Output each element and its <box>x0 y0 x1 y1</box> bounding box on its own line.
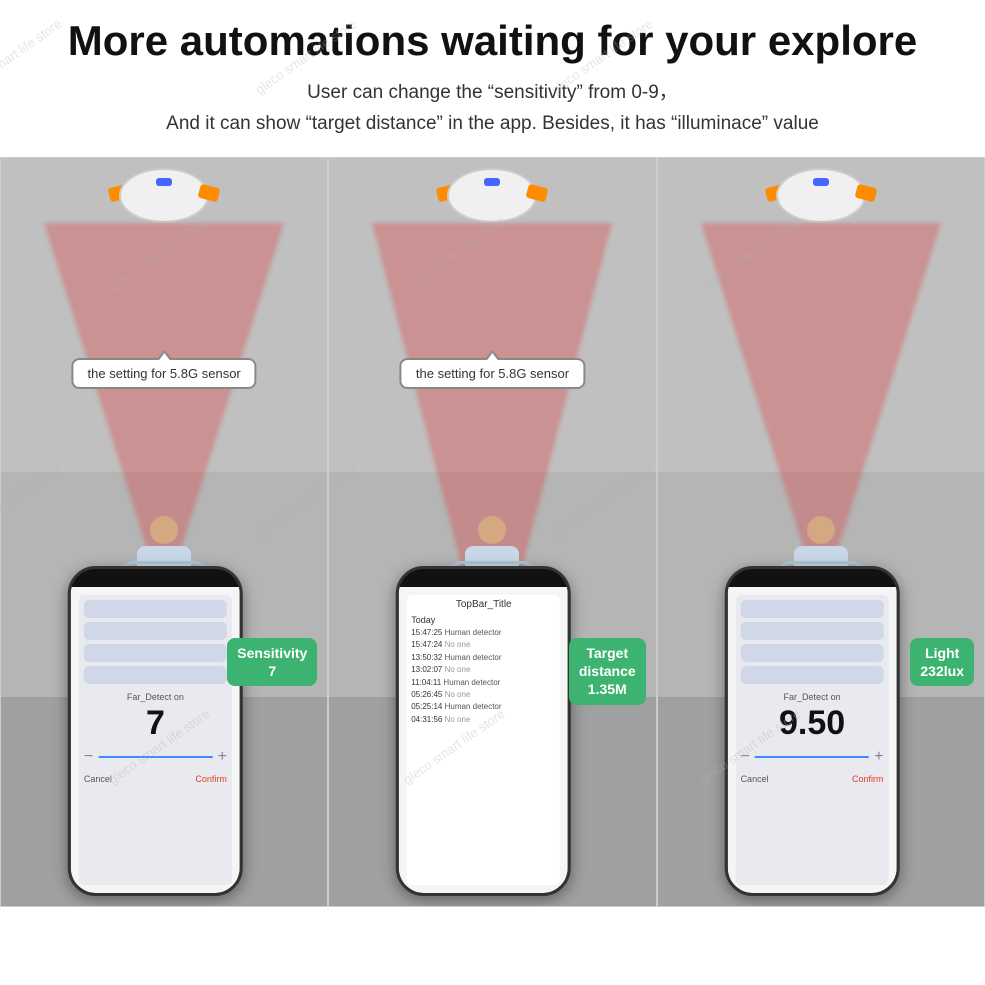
log-entry-5: 05:26:45 No one <box>411 690 556 700</box>
person-head <box>150 516 178 544</box>
log-time-2: 13:50:32 <box>411 653 442 662</box>
log-entry-3: 13:02:07 No one <box>411 665 556 675</box>
app-log: TopBar_Title Today 15:47:25 Human detect… <box>407 595 560 885</box>
app-big-number-1: 7 <box>84 704 227 743</box>
app-light-menu-2 <box>741 622 884 640</box>
log-entry-1: 15:47:24 No one <box>411 640 556 650</box>
confirm-btn[interactable]: Confirm <box>195 774 227 784</box>
slider-line <box>98 756 212 758</box>
log-event-5: No one <box>445 690 471 699</box>
phone-notch-3 <box>777 569 847 587</box>
app-menu-2 <box>84 622 227 640</box>
app-light: Far_Detect on 9.50 − + Cancel Confirm <box>736 595 889 885</box>
phone-log: TopBar_Title Today 15:47:25 Human detect… <box>396 566 571 896</box>
log-entry-7: 04:31:56 No one <box>411 715 556 725</box>
app-detect-label-3: Far_Detect on <box>741 692 884 702</box>
panel-light: Light 232lux Far_Detect on 9.50 − <box>657 157 985 907</box>
subtitle-line2: And it can show “target distance” in the… <box>20 109 965 139</box>
panels-container: the setting for 5.8G sensor Sensitivity … <box>0 157 985 907</box>
slider-plus-3[interactable]: + <box>874 748 883 766</box>
sensor-device-3 <box>766 168 876 228</box>
sensor-tooltip-1: the setting for 5.8G sensor <box>72 358 257 389</box>
sensor-tooltip-2: the setting for 5.8G sensor <box>400 358 585 389</box>
log-time-6: 05:25:14 <box>411 702 442 711</box>
app-menu-4 <box>84 666 227 684</box>
subtitle: User can change the “sensitivity” from 0… <box>20 78 965 139</box>
app-light-menu-4 <box>741 666 884 684</box>
app-slider-row-3: − + <box>741 748 884 766</box>
app-btn-row-3: Cancel Confirm <box>741 774 884 784</box>
log-time-4: 11:04:11 <box>411 678 441 687</box>
app-menu-1 <box>84 600 227 618</box>
log-event-6: Human detector <box>445 702 502 711</box>
sensor-body <box>119 168 209 223</box>
app-big-number-3: 9.50 <box>741 704 884 743</box>
app-menu-3 <box>84 644 227 662</box>
slider-plus[interactable]: + <box>218 748 227 766</box>
phone-screen-2: TopBar_Title Today 15:47:25 Human detect… <box>399 587 568 893</box>
app-sensitivity: Far_Detect on 7 − + Cancel Confirm <box>79 595 232 885</box>
slider-line-3 <box>755 756 869 758</box>
log-event-1: No one <box>445 640 471 649</box>
sensor-indicator-3 <box>813 178 829 186</box>
main-title: More automations waiting for your explor… <box>20 18 965 64</box>
log-event-3: No one <box>445 665 471 674</box>
log-time-1: 15:47:24 <box>411 640 442 649</box>
log-time-5: 05:26:45 <box>411 690 442 699</box>
app-light-menu-3 <box>741 644 884 662</box>
phone-screen-3: Far_Detect on 9.50 − + Cancel Confirm <box>728 587 897 893</box>
sensor-device-1 <box>109 168 219 228</box>
log-event-7: No one <box>445 715 471 724</box>
slider-minus-3[interactable]: − <box>741 748 750 766</box>
phone-sensitivity: Far_Detect on 7 − + Cancel Confirm <box>68 566 243 896</box>
panel-target-distance: the setting for 5.8G sensor Target dista… <box>328 157 656 907</box>
log-event-2: Human detector <box>445 653 502 662</box>
app-light-menu-1 <box>741 600 884 618</box>
sensor-device-2 <box>437 168 547 228</box>
app-topbar: TopBar_Title <box>411 599 556 610</box>
phone-notch <box>120 569 190 587</box>
cancel-btn[interactable]: Cancel <box>84 774 112 784</box>
sensor-body-2 <box>447 168 537 223</box>
phone-screen: Far_Detect on 7 − + Cancel Confirm <box>71 587 240 893</box>
log-time-3: 13:02:07 <box>411 665 442 674</box>
subtitle-line1: User can change the “sensitivity” from 0… <box>20 78 965 108</box>
page-wrapper: More automations waiting for your explor… <box>0 0 985 985</box>
app-btn-row: Cancel Confirm <box>84 774 227 784</box>
log-time-7: 04:31:56 <box>411 715 442 724</box>
app-detect-label-1: Far_Detect on <box>84 692 227 702</box>
sensor-body-3 <box>776 168 866 223</box>
log-entry-6: 05:25:14 Human detector <box>411 702 556 712</box>
log-entry-4: 11:04:11 Human detector <box>411 678 556 688</box>
slider-minus[interactable]: − <box>84 748 93 766</box>
log-entry-2: 13:50:32 Human detector <box>411 653 556 663</box>
target-distance-badge: Target distance 1.35M <box>569 638 646 705</box>
log-date: Today <box>411 615 556 625</box>
person-head-3 <box>807 516 835 544</box>
confirm-btn-3[interactable]: Confirm <box>852 774 884 784</box>
person-head-2 <box>478 516 506 544</box>
phone-light: Far_Detect on 9.50 − + Cancel Confirm <box>725 566 900 896</box>
log-entries: 15:47:25 Human detector 15:47:24 No one … <box>411 628 556 725</box>
log-event-4: Human detector <box>443 678 500 687</box>
cancel-btn-3[interactable]: Cancel <box>741 774 769 784</box>
log-time-0: 15:47:25 <box>411 628 442 637</box>
panel-sensitivity: the setting for 5.8G sensor Sensitivity … <box>0 157 328 907</box>
sensor-indicator-2 <box>484 178 500 186</box>
log-entry-0: 15:47:25 Human detector <box>411 628 556 638</box>
phone-notch-2 <box>449 569 519 587</box>
light-badge: Light 232lux <box>910 638 974 686</box>
sensitivity-badge: Sensitivity 7 <box>227 638 317 686</box>
app-slider-row: − + <box>84 748 227 766</box>
sensor-indicator <box>156 178 172 186</box>
header-section: More automations waiting for your explor… <box>0 0 985 149</box>
log-event-0: Human detector <box>445 628 502 637</box>
